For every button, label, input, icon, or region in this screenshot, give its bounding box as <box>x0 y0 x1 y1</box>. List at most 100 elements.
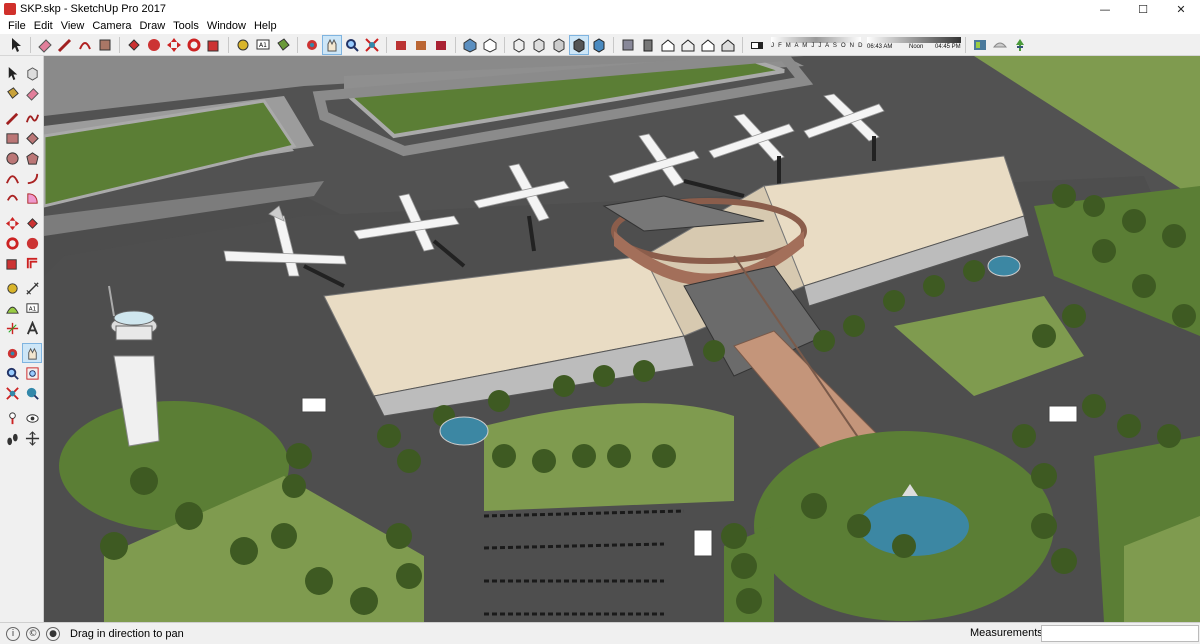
zoom-extents-icon[interactable] <box>363 36 381 54</box>
dimension-icon[interactable] <box>23 279 41 297</box>
arc-icon[interactable] <box>3 169 21 187</box>
protractor-icon[interactable] <box>3 299 21 317</box>
shadow-settings: J F M A M J J A S O N D 06:43 AM Noon 04… <box>771 35 961 55</box>
polygon-icon[interactable] <box>23 149 41 167</box>
style-icon[interactable] <box>461 36 479 54</box>
wireframe-icon[interactable] <box>639 36 657 54</box>
paint-bucket-icon[interactable] <box>274 36 292 54</box>
look-around-icon[interactable] <box>23 409 41 427</box>
walk-icon[interactable] <box>719 36 737 54</box>
zoom-window-icon[interactable] <box>23 364 41 382</box>
menu-tools[interactable]: Tools <box>169 18 203 34</box>
hidden-line-icon[interactable] <box>659 36 677 54</box>
toolbar-separator <box>297 36 298 53</box>
textured-icon[interactable] <box>590 36 608 54</box>
menu-edit[interactable]: Edit <box>30 18 57 34</box>
right-view-icon[interactable] <box>550 36 568 54</box>
front-view-icon[interactable] <box>530 36 548 54</box>
rotate-icon[interactable] <box>185 36 203 54</box>
camera-position-icon[interactable] <box>699 36 717 54</box>
monochrome-icon[interactable] <box>679 36 697 54</box>
pan-icon[interactable] <box>22 343 42 363</box>
date-slider[interactable]: J F M A M J J A S O N D <box>771 36 864 53</box>
menu-file[interactable]: File <box>4 18 30 34</box>
top-view-icon[interactable] <box>510 36 528 54</box>
offset-icon[interactable] <box>23 254 41 272</box>
paint-bucket-icon[interactable] <box>3 84 21 102</box>
eraser-icon[interactable] <box>36 36 54 54</box>
zoom-icon[interactable] <box>343 36 361 54</box>
section-plane-icon[interactable] <box>23 429 41 447</box>
rotated-rectangle-icon[interactable] <box>23 129 41 147</box>
menu-help[interactable]: Help <box>250 18 281 34</box>
menu-camera[interactable]: Camera <box>88 18 135 34</box>
text-icon[interactable]: A1 <box>23 299 41 317</box>
select-icon[interactable] <box>3 64 21 82</box>
menu-window[interactable]: Window <box>203 18 250 34</box>
line-icon[interactable] <box>56 36 74 54</box>
display-section-icon[interactable] <box>971 36 989 54</box>
month-labels: J F M A M J J A S O N D <box>771 42 864 49</box>
circle-icon[interactable] <box>3 149 21 167</box>
close-button[interactable]: ✕ <box>1162 0 1200 18</box>
maximize-button[interactable]: ☐ <box>1124 0 1162 18</box>
user-icon[interactable]: ● <box>46 626 60 641</box>
follow-me-icon[interactable] <box>23 234 41 252</box>
iso-view-icon[interactable] <box>481 36 499 54</box>
pie-icon[interactable] <box>23 189 41 207</box>
shaded-icon[interactable] <box>569 34 589 55</box>
sketchup-logo-icon <box>4 3 16 15</box>
section-plane-icon[interactable] <box>748 36 766 54</box>
tape-measure-icon[interactable] <box>3 279 21 297</box>
time-slider[interactable]: 06:43 AM Noon 04:45 PM <box>867 36 961 53</box>
tape-measure-icon[interactable] <box>234 36 252 54</box>
three-point-arc-icon[interactable] <box>3 189 21 207</box>
minimize-button[interactable]: — <box>1086 0 1124 18</box>
time-mid-label: Noon <box>909 43 924 50</box>
status-message: Drag in direction to pan <box>70 627 184 640</box>
xray-icon[interactable] <box>619 36 637 54</box>
move-icon[interactable] <box>165 36 183 54</box>
fog-icon[interactable] <box>991 36 1009 54</box>
extension-warehouse-icon[interactable] <box>412 36 430 54</box>
booth <box>693 529 713 557</box>
shape-icon[interactable] <box>76 36 94 54</box>
pan-icon[interactable] <box>322 34 342 55</box>
time-end-label: 04:45 PM <box>935 43 961 50</box>
text-icon[interactable]: A1 <box>254 36 272 54</box>
rectangle-icon[interactable] <box>3 129 21 147</box>
position-camera-icon[interactable] <box>3 409 21 427</box>
toolbar-separator <box>742 36 743 53</box>
zoom-icon[interactable] <box>3 364 21 382</box>
follow-me-icon[interactable] <box>145 36 163 54</box>
menu-draw[interactable]: Draw <box>135 18 169 34</box>
orbit-icon[interactable] <box>3 344 21 362</box>
geo-location-status-icon[interactable]: i <box>6 626 20 641</box>
scale-icon[interactable] <box>3 254 21 272</box>
credits-icon[interactable]: © <box>26 626 40 641</box>
measurements-input[interactable] <box>1041 625 1199 642</box>
menu-view[interactable]: View <box>57 18 89 34</box>
layout-icon[interactable] <box>432 36 450 54</box>
3d-warehouse-icon[interactable] <box>392 36 410 54</box>
previous-view-icon[interactable] <box>23 384 41 402</box>
eraser-icon[interactable] <box>23 84 41 102</box>
walk-icon[interactable] <box>3 429 21 447</box>
make-component-icon[interactable] <box>23 64 41 82</box>
axes-icon[interactable] <box>3 319 21 337</box>
two-point-arc-icon[interactable] <box>23 169 41 187</box>
scale-icon[interactable] <box>205 36 223 54</box>
orbit-icon[interactable] <box>303 36 321 54</box>
3d-text-icon[interactable] <box>23 319 41 337</box>
push-pull-icon[interactable] <box>23 214 41 232</box>
rotate-icon[interactable] <box>3 234 21 252</box>
geo-location-icon[interactable] <box>1011 36 1029 54</box>
freehand-icon[interactable] <box>23 109 41 127</box>
select-icon[interactable] <box>7 36 25 54</box>
move-icon[interactable] <box>3 214 21 232</box>
model-viewport[interactable] <box>44 56 1200 622</box>
push-pull-icon[interactable] <box>125 36 143 54</box>
paint-icon[interactable] <box>96 36 114 54</box>
zoom-extents-icon[interactable] <box>3 384 21 402</box>
line-icon[interactable] <box>3 109 21 127</box>
